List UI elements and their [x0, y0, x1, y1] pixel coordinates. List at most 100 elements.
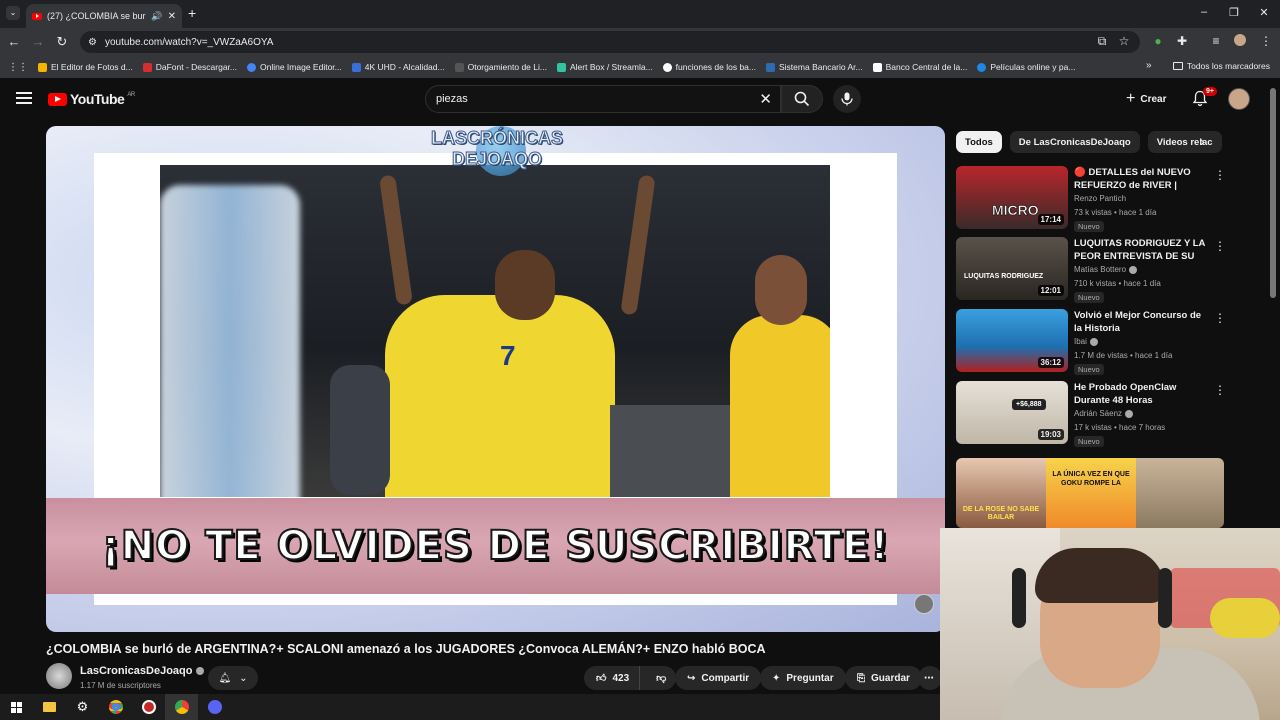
- channel-name[interactable]: LasCronicasDeJoaqo: [80, 665, 205, 677]
- related-channel-row: Adrián Sáenz: [1074, 409, 1134, 418]
- site-info-icon[interactable]: ⚙: [88, 37, 97, 48]
- bookmark-item[interactable]: Alert Box / Streamla...: [556, 62, 653, 72]
- bookmark-item[interactable]: funciones de los ba...: [662, 62, 756, 72]
- video-duration: 36:12: [1037, 357, 1064, 368]
- like-button[interactable]: 👍︎ 423: [584, 666, 641, 690]
- more-bookmarks-icon[interactable]: »: [1146, 60, 1152, 71]
- related-meta: 17 k vistas • hace 7 horas: [1074, 423, 1166, 432]
- short-thumbnail[interactable]: DE LA ROSE NO SABE BAILAR: [956, 458, 1046, 528]
- more-vert-icon[interactable]: ⋮: [1214, 311, 1226, 325]
- dislike-button[interactable]: 👎︎: [646, 666, 676, 690]
- apps-grid-icon[interactable]: ⋮⋮: [8, 62, 28, 73]
- chevron-right-icon[interactable]: ›: [1200, 133, 1205, 149]
- menu-icon[interactable]: [16, 92, 32, 104]
- video-duration: 12:01: [1037, 285, 1064, 296]
- channel-avatar[interactable]: [46, 663, 72, 689]
- create-label: Crear: [1140, 93, 1167, 105]
- tab-close-icon[interactable]: ✕: [168, 11, 176, 22]
- bookmark-favicon-icon: [351, 62, 361, 72]
- bookmark-favicon-icon: [766, 62, 775, 72]
- more-vert-icon[interactable]: ⋮: [1214, 383, 1226, 397]
- all-bookmarks-folder[interactable]: Todos los marcadores: [1172, 61, 1270, 71]
- bookmark-item[interactable]: 4K UHD - Alcalidad...: [351, 62, 445, 72]
- more-actions-button[interactable]: ⋯: [918, 666, 942, 690]
- account-avatar[interactable]: [1228, 88, 1250, 110]
- tab-list-button[interactable]: ⌄: [6, 6, 20, 20]
- install-app-icon[interactable]: ⧉: [1094, 34, 1110, 49]
- youtube-logo[interactable]: YouTube AR: [48, 91, 135, 107]
- forward-icon[interactable]: →: [30, 34, 46, 49]
- watermark-line: LASCRÓNICAS: [430, 128, 564, 149]
- search-input[interactable]: piezas ✕: [425, 85, 781, 113]
- speaker-icon[interactable]: 🔊: [151, 11, 162, 22]
- video-thumbnail: LUQUITAS RODRIGUEZ 12:01: [956, 237, 1068, 300]
- bookmark-label: Películas online y pa...: [990, 62, 1076, 72]
- subscription-bell-button[interactable]: 🔔︎ ⌄: [208, 666, 258, 690]
- bookmark-item[interactable]: Otorgamiento de Li...: [454, 62, 547, 72]
- restore-button[interactable]: ❐: [1224, 6, 1244, 19]
- clear-search-icon[interactable]: ✕: [759, 90, 772, 108]
- discord-icon[interactable]: [198, 694, 231, 720]
- search-query: piezas: [436, 93, 468, 105]
- more-vert-icon[interactable]: ⋮: [1214, 239, 1226, 253]
- windows-start-icon[interactable]: [0, 694, 33, 720]
- create-button[interactable]: + Crear: [1126, 88, 1166, 110]
- youtube-header: YouTube AR piezas ✕ + Crear 9+: [0, 78, 1280, 122]
- related-video[interactable]: LUQUITAS RODRIGUEZ 12:01 LUQUITAS RODRIG…: [956, 237, 1226, 303]
- more-vert-icon[interactable]: ⋮: [1214, 168, 1226, 182]
- related-video[interactable]: +$6,888 19:03 He Probado OpenClaw Durant…: [956, 381, 1226, 447]
- short-text: DE LA ROSE NO SABE BAILAR: [962, 506, 1040, 521]
- chrome-active-icon[interactable]: [165, 694, 198, 720]
- voice-search-button[interactable]: [833, 85, 861, 113]
- chip-related[interactable]: Videos relac: [1147, 131, 1222, 153]
- extension-icon[interactable]: ●: [1150, 34, 1166, 48]
- notification-count-badge: 9+: [1203, 87, 1217, 96]
- chip-channel[interactable]: De LasCronicasDeJoaqo: [1009, 131, 1140, 153]
- bookmark-item[interactable]: Sistema Bancario Ar...: [766, 62, 863, 72]
- search-button[interactable]: [781, 85, 823, 113]
- bookmark-item[interactable]: El Editor de Fotos d...: [38, 62, 133, 72]
- chrome-icon[interactable]: [99, 694, 132, 720]
- settings-icon[interactable]: ⚙: [66, 694, 99, 720]
- save-button[interactable]: ⎘ Guardar: [845, 666, 922, 690]
- thumbnail-text: MICRO: [992, 202, 1039, 219]
- related-title: LUQUITAS RODRIGUEZ Y LA PEOR ENTREVISTA …: [1074, 238, 1206, 262]
- reading-list-icon[interactable]: ≡: [1208, 34, 1224, 48]
- extensions-puzzle-icon[interactable]: ✚: [1174, 34, 1190, 48]
- new-tab-button[interactable]: +: [188, 5, 196, 21]
- related-video[interactable]: MICRO 17:14 🔴 DETALLES del NUEVO REFUERZ…: [956, 166, 1226, 232]
- bookmark-label: Otorgamiento de Li...: [467, 62, 547, 72]
- bookmark-item[interactable]: DaFont - Descargar...: [142, 62, 237, 72]
- browser-tab-strip: ⌄ (27) ¿COLOMBIA se burló d 🔊 ✕ + – ❐ ✕: [0, 0, 1280, 28]
- verified-icon: [1089, 337, 1098, 346]
- youtube-logo-text: YouTube: [70, 91, 125, 107]
- short-thumbnail[interactable]: LA ÚNICA VEZ EN QUE GOKU ROMPE LA: [1046, 458, 1136, 528]
- reload-icon[interactable]: ↻: [54, 34, 70, 50]
- short-thumbnail[interactable]: [1136, 458, 1224, 528]
- profile-icon[interactable]: [1232, 34, 1248, 49]
- video-thumbnail: MICRO 17:14: [956, 166, 1068, 229]
- ask-button[interactable]: ✦ Preguntar: [760, 666, 846, 690]
- subscriber-count: 1.17 M de suscriptores: [80, 681, 161, 690]
- bookmark-item[interactable]: Películas online y pa...: [977, 62, 1075, 72]
- close-window-button[interactable]: ✕: [1254, 6, 1274, 19]
- address-bar[interactable]: ⚙ youtube.com/watch?v=_VWZaA6OYA: [80, 31, 1140, 53]
- watermark-line: DEJOAQO: [451, 149, 543, 170]
- share-button[interactable]: ↪ Compartir: [675, 666, 762, 690]
- related-video[interactable]: 36:12 Volvió el Mejor Concurso de la His…: [956, 309, 1226, 375]
- app-icon[interactable]: [132, 694, 165, 720]
- chrome-menu-icon[interactable]: ⋮: [1258, 34, 1274, 48]
- sidebar-scrollbar[interactable]: [1270, 88, 1276, 298]
- back-icon[interactable]: ←: [6, 34, 22, 49]
- bookmark-item[interactable]: Banco Central de la...: [872, 62, 967, 72]
- bookmark-label: DaFont - Descargar...: [155, 62, 237, 72]
- minimize-button[interactable]: –: [1194, 6, 1214, 18]
- channel-branding-icon[interactable]: [914, 594, 934, 614]
- video-player[interactable]: 7 LASCRÓNICAS DEJOAQO ¡NO TE OLVIDES DE …: [46, 126, 945, 632]
- bookmark-star-icon[interactable]: ☆: [1116, 34, 1132, 48]
- browser-tab-active[interactable]: (27) ¿COLOMBIA se burló d 🔊 ✕: [26, 4, 182, 28]
- file-explorer-icon[interactable]: [33, 694, 66, 720]
- chip-todos[interactable]: Todos: [956, 131, 1002, 153]
- bookmark-item[interactable]: Online Image Editor...: [247, 62, 342, 72]
- thumbs-up-icon: 👍︎: [596, 673, 607, 684]
